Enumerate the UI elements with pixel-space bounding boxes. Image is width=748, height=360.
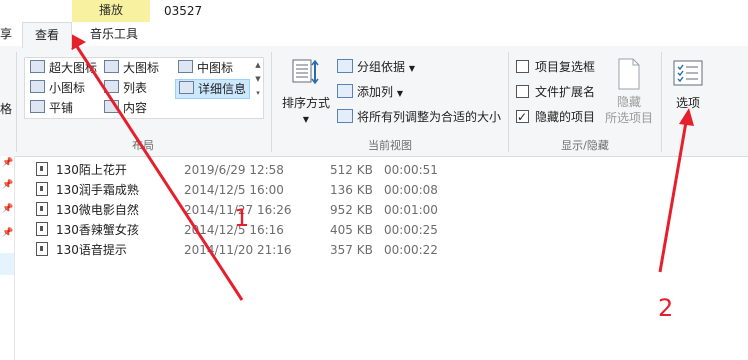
annotation-arrow-2 — [658, 108, 694, 273]
tab-view[interactable]: 查看 — [22, 22, 72, 48]
annotation-overlay — [64, 30, 694, 301]
annotation-number-1: 1 — [234, 204, 250, 232]
annotation-arrow-1 — [64, 30, 244, 301]
annotation-number-2: 2 — [658, 294, 674, 322]
